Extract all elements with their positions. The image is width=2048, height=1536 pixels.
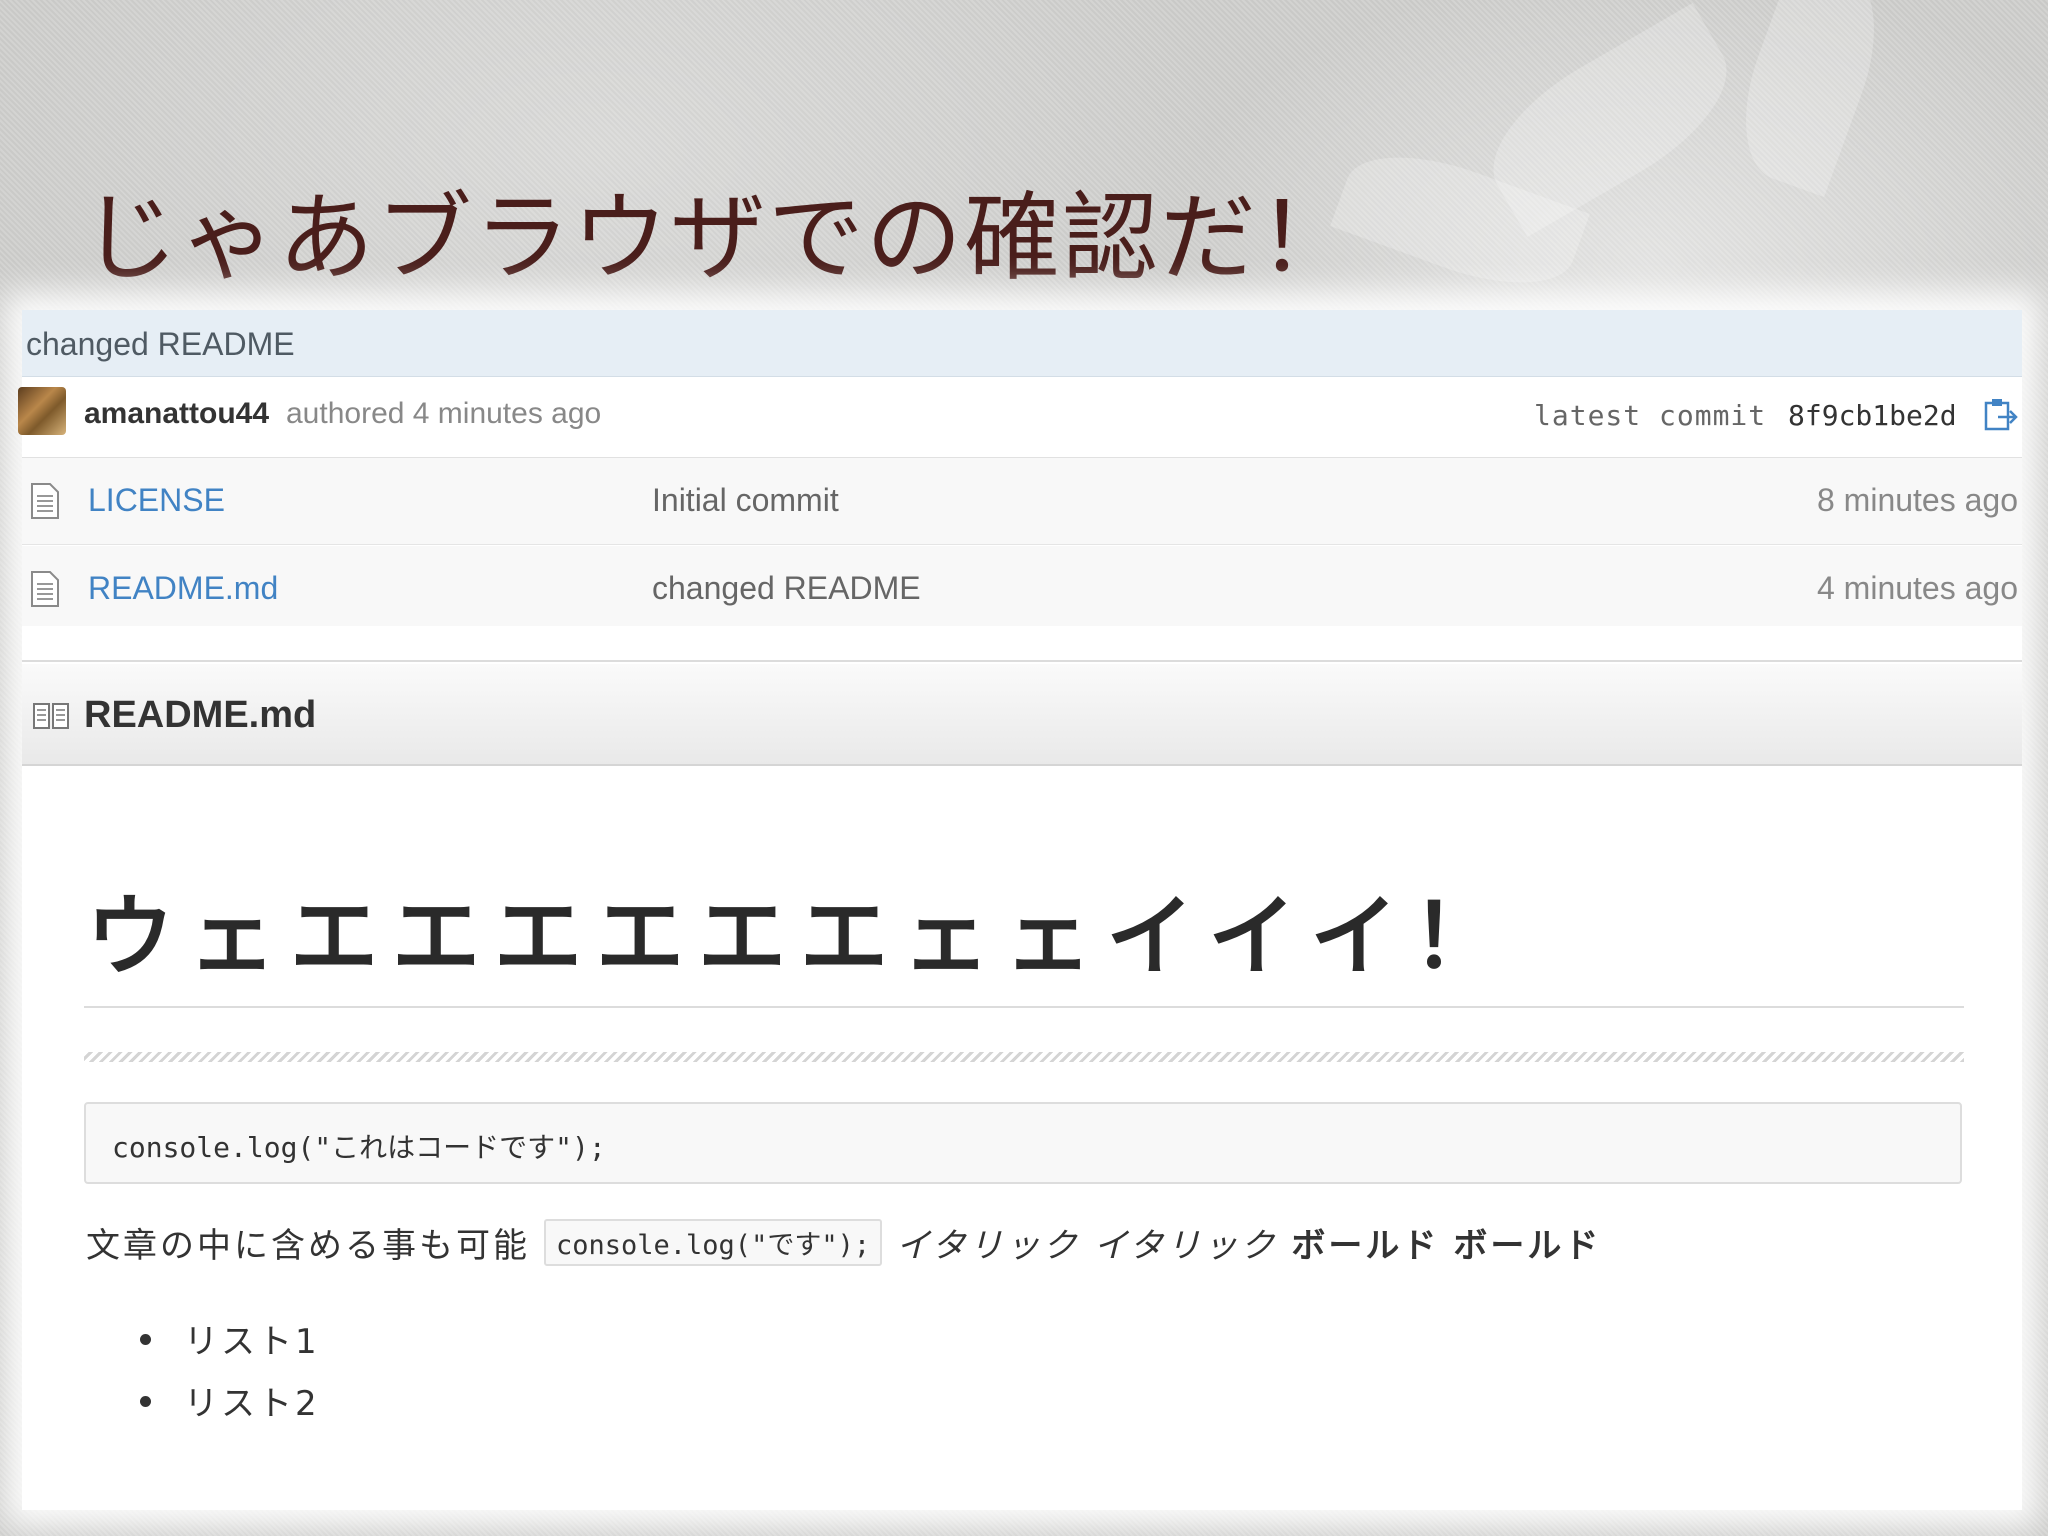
commit-authored-time: authored 4 minutes ago (286, 397, 602, 430)
paragraph-text: 文章の中に含める事も可能 (86, 1226, 530, 1266)
file-name-link[interactable]: README.md (88, 570, 278, 607)
clipboard-icon[interactable] (1982, 397, 2018, 433)
background-leaf (1720, 0, 1900, 198)
file-name-link[interactable]: LICENSE (88, 482, 225, 519)
file-text-icon (31, 571, 59, 607)
readme-header: README.md (22, 664, 2022, 766)
latest-commit-label: latest commit (1534, 399, 1767, 432)
readme-body: ウェエエエエエエェェイイイ！ console.log("これはコードです"); … (22, 766, 2022, 1510)
commit-message[interactable]: changed README (26, 326, 295, 363)
italic-text: イタリック (896, 1226, 1080, 1266)
file-row[interactable]: LICENSE Initial commit 8 minutes ago (22, 458, 2022, 545)
markdown-paragraph: 文章の中に含める事も可能 console.log("です"); イタリック イタ… (86, 1218, 1601, 1267)
file-commit-message-link[interactable]: changed README (652, 570, 921, 607)
italic-text: イタリック (1093, 1226, 1278, 1266)
heading-underline (84, 1006, 1964, 1008)
commit-sha-link[interactable]: 8f9cb1be2d (1788, 399, 1957, 432)
code-block-text: console.log("これはコードです"); (112, 1131, 606, 1164)
divider (22, 626, 2022, 662)
list-item: リスト1 (132, 1314, 320, 1376)
file-text-icon (31, 483, 59, 519)
markdown-heading: ウェエエエエエエェェイイイ！ (86, 885, 1515, 988)
commit-title-bar: changed README (22, 310, 2022, 377)
commit-meta-row: amanattou44 authored 4 minutes ago lates… (18, 377, 2022, 458)
file-age: 4 minutes ago (1816, 570, 2018, 606)
book-icon (33, 703, 69, 729)
code-block: console.log("これはコードです"); (84, 1102, 1962, 1184)
avatar[interactable] (18, 387, 66, 435)
markdown-list: リスト1 リスト2 (132, 1314, 320, 1438)
inline-code: console.log("です"); (544, 1219, 883, 1266)
list-item: リスト2 (132, 1376, 320, 1438)
bold-text: ボールド (1453, 1226, 1602, 1266)
file-commit-message-link[interactable]: Initial commit (652, 482, 839, 519)
readme-filename: README.md (84, 694, 317, 736)
file-row[interactable]: README.md changed README 4 minutes ago (22, 546, 2022, 633)
github-repo-panel: changed README amanattou44 authored 4 mi… (18, 310, 2022, 1510)
slide-title: じゃあブラウザでの確認だ！ (82, 182, 1356, 294)
file-age: 8 minutes ago (1816, 482, 2018, 518)
commit-author-link[interactable]: amanattou44 (84, 397, 269, 431)
bold-text: ボールド (1291, 1226, 1440, 1266)
horizontal-rule (84, 1052, 1964, 1062)
